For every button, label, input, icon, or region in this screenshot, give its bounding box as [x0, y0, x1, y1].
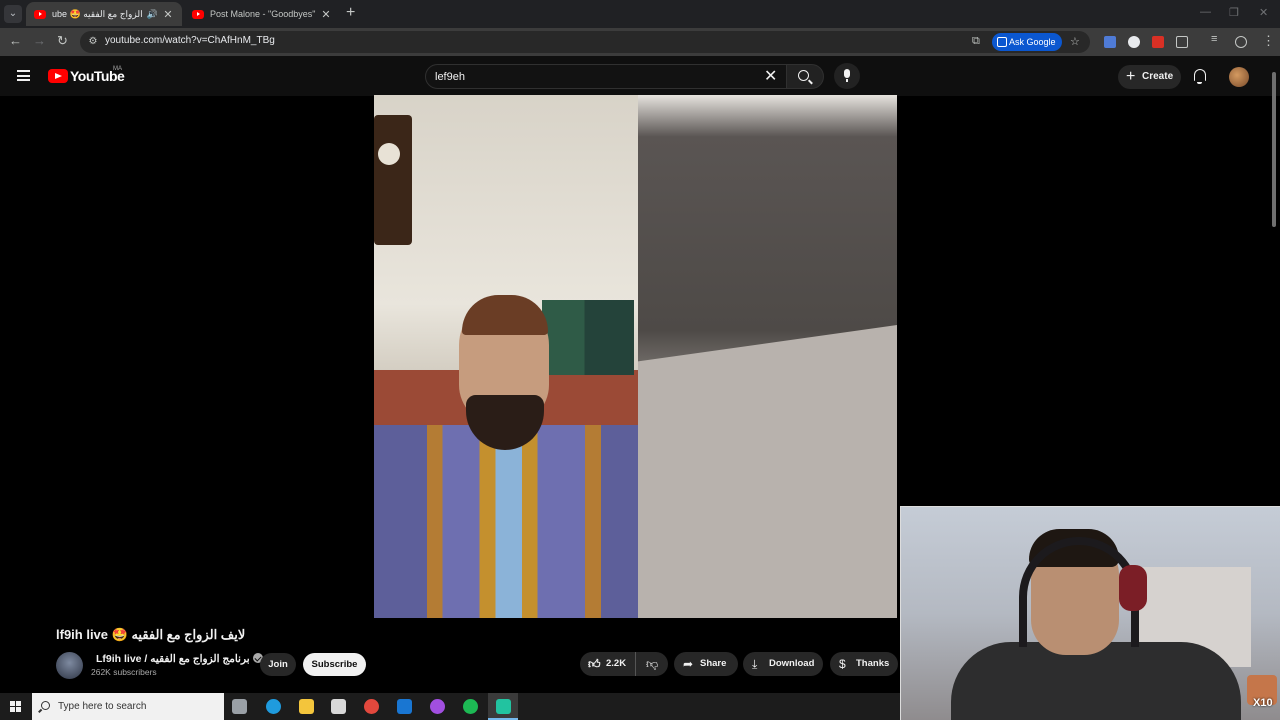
- voice-search-button[interactable]: [834, 63, 860, 89]
- country-code: MA: [113, 66, 122, 72]
- reload-icon[interactable]: ↻: [57, 33, 68, 49]
- channel-name[interactable]: Lf9ih live / برنامج الزواج مع الفقيه: [96, 653, 250, 665]
- download-icon: ⤓: [752, 657, 758, 671]
- create-button[interactable]: + Create: [1118, 65, 1181, 89]
- thumbs-down-icon: 👎︎: [646, 657, 659, 671]
- tab-title: ube 🤩 لايف الزواج مع الفقيه: [52, 8, 145, 19]
- messenger-icon[interactable]: [430, 699, 445, 714]
- tab-close-icon[interactable]: ✕: [162, 8, 174, 21]
- channel-name-row[interactable]: Lf9ih live / برنامج الزواج مع الفقيه: [96, 653, 263, 665]
- taskbar-search-placeholder: Type here to search: [58, 701, 147, 712]
- video-title: lf9ih live 🤩 لايف الزواج مع الفقيه: [56, 627, 246, 642]
- search-input[interactable]: [435, 70, 755, 84]
- dislike-button[interactable]: 👎︎: [637, 652, 668, 676]
- new-tab-icon[interactable]: +: [346, 5, 355, 21]
- extension-icon[interactable]: [1128, 36, 1140, 48]
- ask-google-button[interactable]: Ask Google: [992, 33, 1062, 51]
- youtube-logo-icon[interactable]: [48, 69, 68, 83]
- account-avatar[interactable]: [1229, 67, 1249, 87]
- youtube-header: YouTube MA ✕ + Create: [0, 56, 1280, 96]
- close-window-icon[interactable]: ✕: [1259, 6, 1268, 19]
- microphone-icon: [844, 69, 850, 82]
- share-icon: ➦: [683, 657, 694, 671]
- address-bar[interactable]: ⚙ youtube.com/watch?v=ChAfHnM_TBg ⧉ Ask …: [80, 31, 1090, 53]
- windows-start-icon[interactable]: [10, 701, 21, 712]
- like-button[interactable]: 👍︎ 2.2K: [580, 652, 636, 676]
- carpet: [638, 325, 897, 618]
- create-label: Create: [1142, 71, 1174, 82]
- forward-icon[interactable]: →: [33, 33, 46, 48]
- headset-cup: [1119, 565, 1147, 611]
- thanks-label: Thanks: [856, 658, 890, 669]
- browser-toolbar: ← → ↻ ⚙ youtube.com/watch?v=ChAfHnM_TBg …: [0, 28, 1280, 56]
- url-text: youtube.com/watch?v=ChAfHnM_TBg: [105, 35, 275, 46]
- search-icon: [41, 701, 50, 710]
- search-button[interactable]: [786, 64, 824, 89]
- plus-icon: +: [1126, 68, 1136, 85]
- cast-icon[interactable]: ⧉: [972, 35, 980, 48]
- notifications-bell-icon[interactable]: [1194, 69, 1206, 84]
- site-info-icon[interactable]: ⚙: [86, 35, 100, 49]
- tab-search-button[interactable]: ⌄: [4, 5, 22, 23]
- share-button[interactable]: ➦ Share: [674, 652, 738, 676]
- person-body: [951, 642, 1241, 720]
- page-scrollbar[interactable]: [1272, 72, 1276, 227]
- download-label: Download: [769, 658, 815, 669]
- video-right-panel: [638, 95, 897, 618]
- tab-close-icon[interactable]: ✕: [320, 8, 332, 21]
- tab-youtube-lf9ih[interactable]: ube 🤩 لايف الزواج مع الفقيه 🔊 ✕: [26, 2, 182, 26]
- menu-icon[interactable]: [17, 70, 30, 81]
- bookmark-star-icon[interactable]: ☆: [1070, 35, 1080, 48]
- youtube-favicon-icon: [192, 9, 204, 19]
- extension-icon[interactable]: [1152, 36, 1164, 48]
- lens-icon: [997, 37, 1007, 47]
- taskbar-search[interactable]: Type here to search: [32, 693, 224, 720]
- translate-extension-icon[interactable]: [1104, 36, 1116, 48]
- join-button[interactable]: Join: [260, 653, 296, 676]
- tab-post-malone[interactable]: Post Malone - "Goodbyes" ft. Yo ✕: [184, 2, 340, 26]
- like-dislike-group: 👍︎ 2.2K 👎︎: [580, 652, 668, 676]
- media-control-icon[interactable]: ≡: [1211, 33, 1217, 45]
- spotify-icon[interactable]: [463, 699, 478, 714]
- thanks-button[interactable]: $ Thanks: [830, 652, 898, 676]
- tab-title: Post Malone - "Goodbyes" ft. Yo: [210, 9, 316, 19]
- books: [542, 300, 634, 375]
- share-label: Share: [700, 658, 727, 669]
- store-icon[interactable]: [331, 699, 346, 714]
- multiplier-badge: X10: [1253, 697, 1273, 709]
- fez-hat: [462, 295, 548, 335]
- chrome-icon[interactable]: [364, 699, 379, 714]
- windows-taskbar: Type here to search: [0, 693, 900, 720]
- edge-icon[interactable]: [266, 699, 281, 714]
- webcam-overlay: X10: [900, 506, 1280, 720]
- thanks-icon: $: [839, 657, 846, 671]
- like-count: 2.2K: [606, 658, 627, 669]
- video-left-panel: [374, 95, 638, 618]
- search-icon: [798, 70, 809, 81]
- video-player[interactable]: [374, 95, 897, 618]
- ask-google-label: Ask Google: [1009, 37, 1056, 47]
- restore-icon[interactable]: ❐: [1229, 6, 1239, 19]
- app-icon[interactable]: [496, 699, 511, 714]
- wall-clock: [374, 115, 412, 245]
- download-button[interactable]: ⤓ Download: [743, 652, 823, 676]
- outlook-icon[interactable]: [397, 699, 412, 714]
- task-view-icon[interactable]: [232, 699, 247, 714]
- browser-menu-icon[interactable]: ⋮: [1262, 33, 1275, 49]
- channel-avatar[interactable]: [56, 652, 83, 679]
- browser-tab-strip: ⌄ ube 🤩 لايف الزواج مع الفقيه 🔊 ✕ Post M…: [0, 0, 1280, 28]
- search-box[interactable]: ✕: [425, 64, 787, 89]
- back-icon[interactable]: ←: [9, 33, 22, 48]
- thumbs-up-icon: 👍︎: [588, 657, 601, 671]
- minimize-icon[interactable]: —: [1200, 6, 1211, 18]
- youtube-favicon-icon: [34, 9, 46, 19]
- clear-search-icon[interactable]: ✕: [764, 67, 777, 87]
- speaker-icon[interactable]: 🔊: [147, 9, 158, 20]
- profile-icon[interactable]: [1235, 36, 1247, 48]
- subscriber-count: 262K subscribers: [91, 667, 157, 677]
- subscribe-button[interactable]: Subscribe: [303, 653, 366, 676]
- file-explorer-icon[interactable]: [299, 699, 314, 714]
- robe: [374, 425, 638, 618]
- extensions-puzzle-icon[interactable]: [1176, 36, 1188, 48]
